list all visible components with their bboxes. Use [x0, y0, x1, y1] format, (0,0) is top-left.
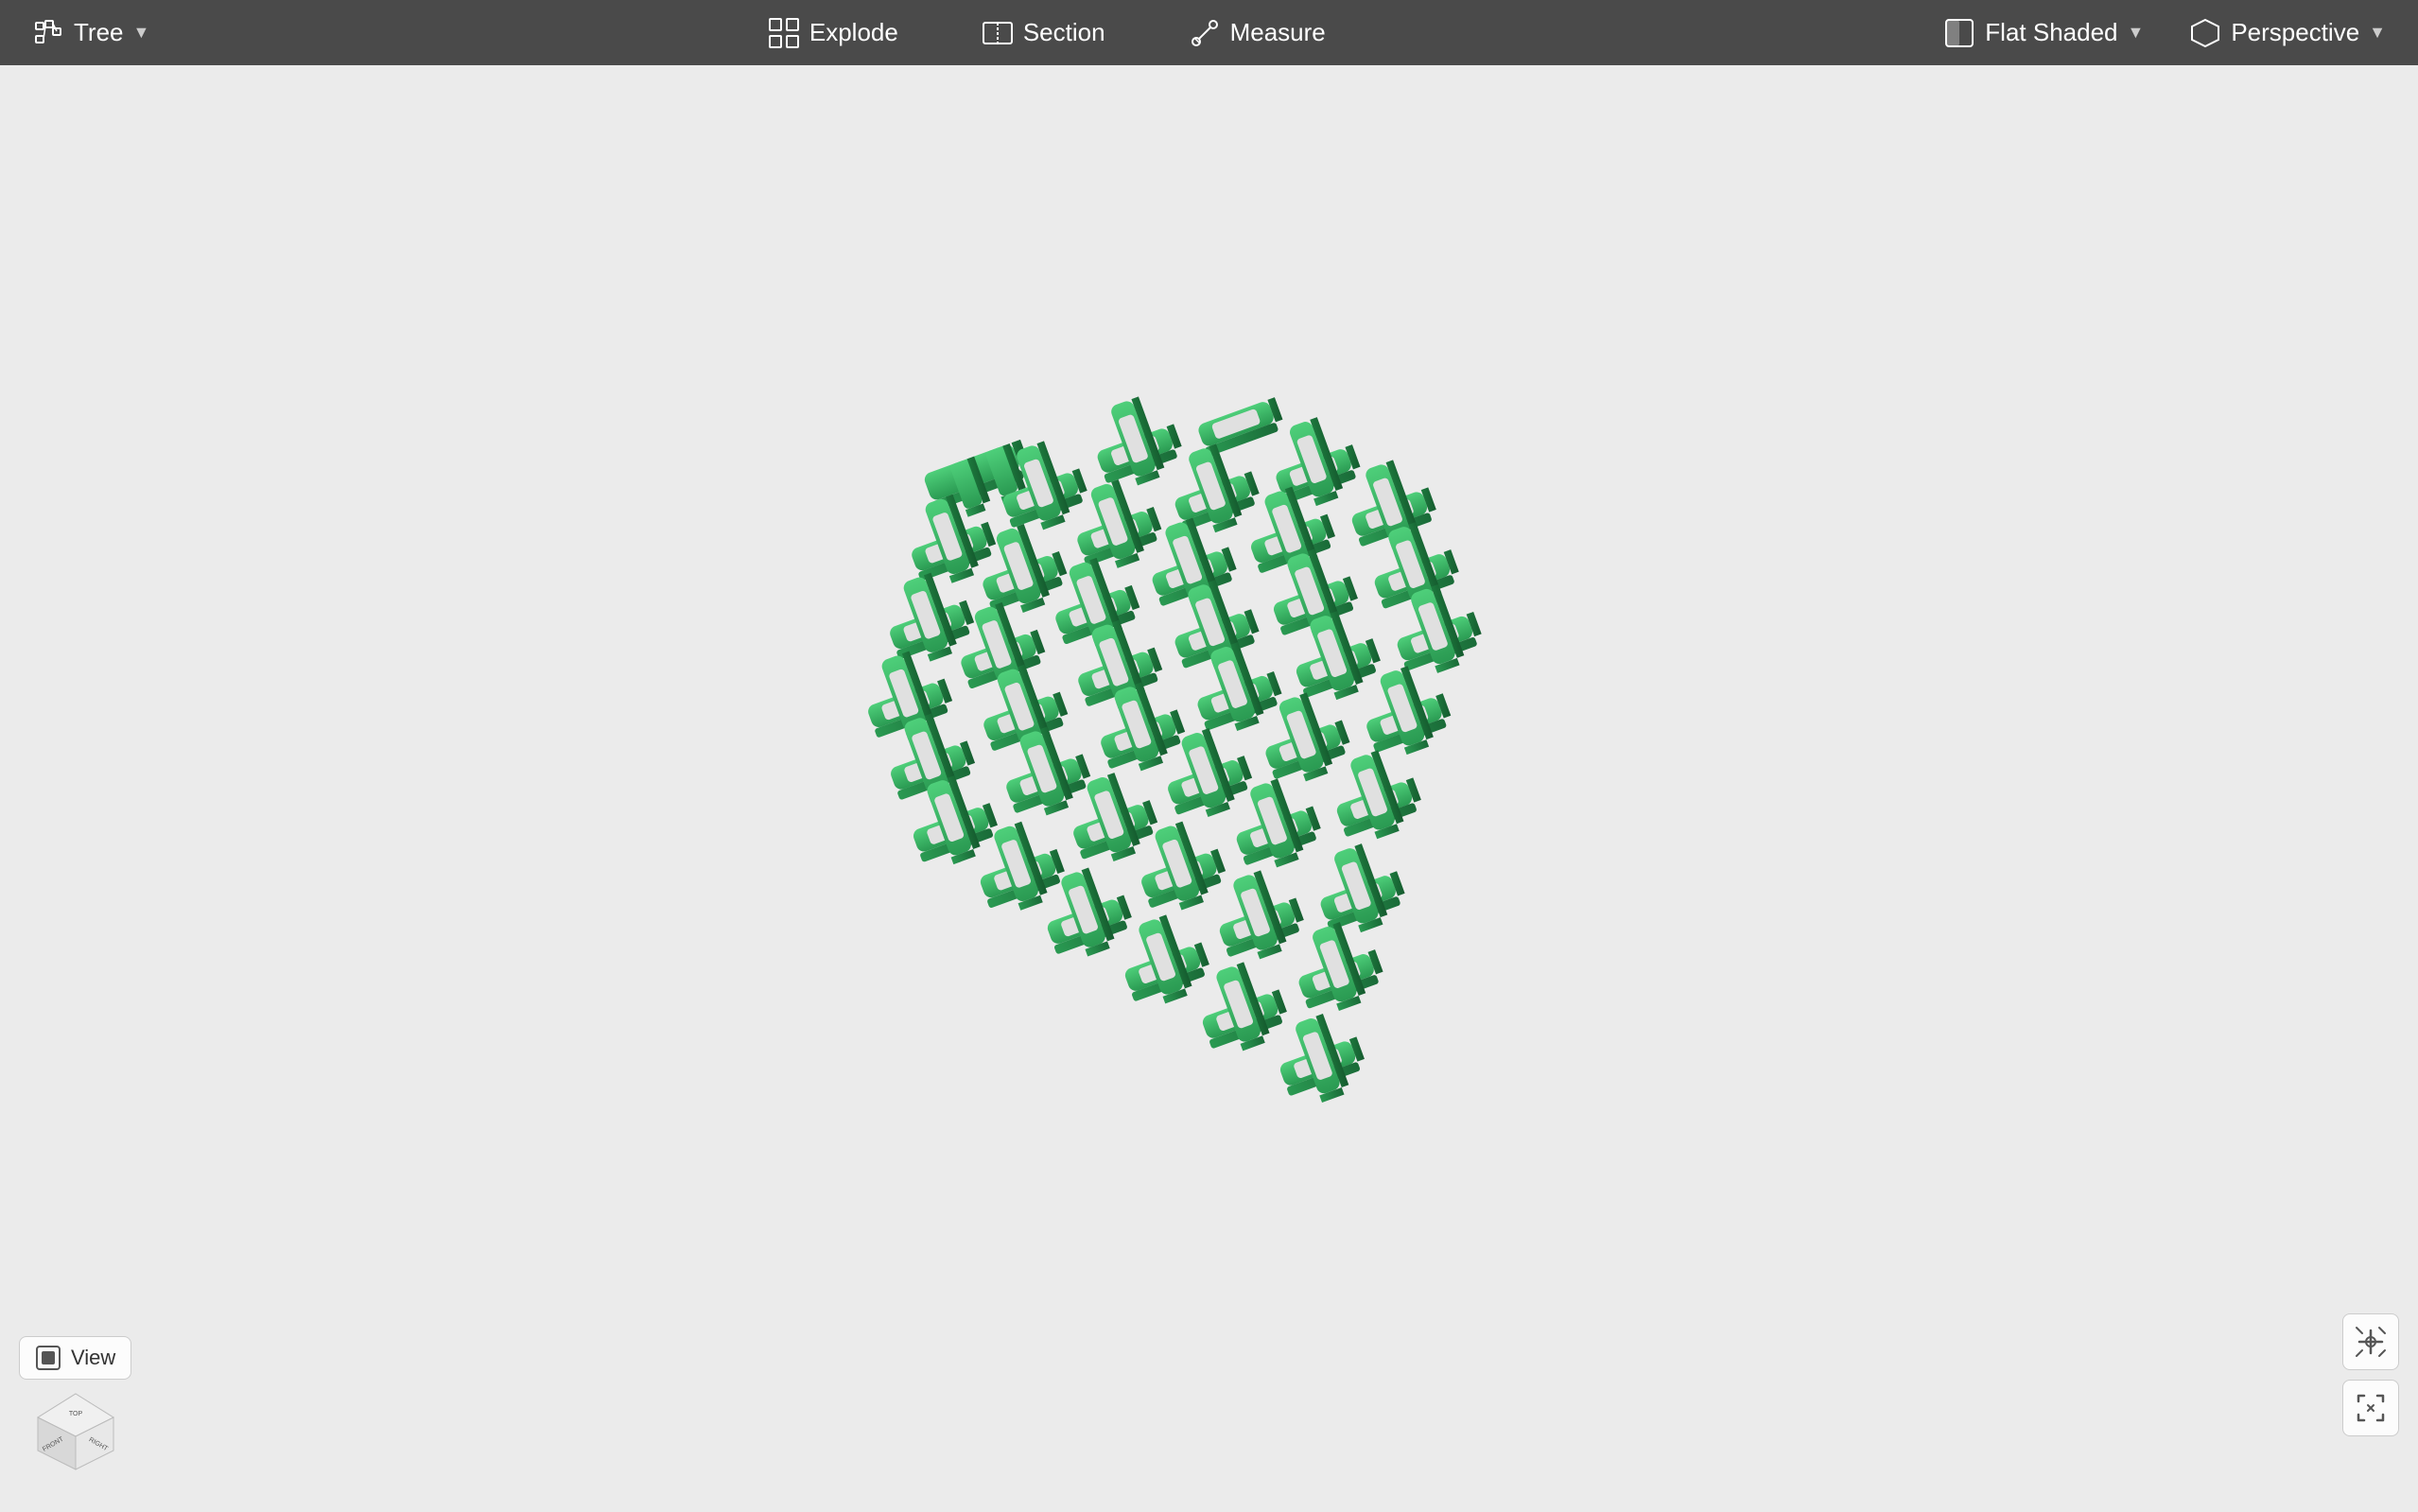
measure-button[interactable]: Measure [1175, 9, 1339, 57]
section-button[interactable]: Section [968, 9, 1119, 57]
explode-icon [768, 17, 800, 49]
perspective-dropdown-arrow: ▼ [2369, 23, 2386, 43]
section-icon [982, 17, 1014, 49]
svg-text:TOP: TOP [69, 1411, 83, 1417]
toolbar: Tree ▼ Explode Sectio [0, 0, 2418, 65]
explode-button[interactable]: Explode [755, 9, 912, 57]
fit-tool-button[interactable] [2342, 1380, 2399, 1436]
view-button[interactable]: View [19, 1336, 131, 1380]
explode-label: Explode [809, 18, 898, 47]
view-cube-container: View TOP FRONT RIGHT [19, 1336, 131, 1474]
right-tools [2342, 1313, 2399, 1436]
tree-button[interactable]: Tree ▼ [19, 9, 163, 57]
3d-model [784, 339, 1635, 1238]
perspective-icon [2189, 17, 2221, 49]
perspective-label: Perspective [2231, 18, 2359, 47]
flat-shaded-label: Flat Shaded [1985, 18, 2117, 47]
section-label: Section [1023, 18, 1105, 47]
tree-label: Tree [74, 18, 124, 47]
tree-icon [32, 17, 64, 49]
tree-dropdown-arrow: ▼ [133, 23, 150, 43]
measure-icon [1189, 17, 1221, 49]
measure-label: Measure [1230, 18, 1326, 47]
viewport[interactable]: View TOP FRONT RIGHT [0, 65, 2418, 1512]
view-cube[interactable]: TOP FRONT RIGHT [33, 1389, 118, 1474]
snap-tool-button[interactable] [2342, 1313, 2399, 1370]
flat-shaded-dropdown-arrow: ▼ [2128, 23, 2145, 43]
flat-shaded-icon [1943, 17, 1975, 49]
perspective-button[interactable]: Perspective ▼ [2176, 9, 2399, 57]
view-icon [35, 1345, 61, 1371]
flat-shaded-button[interactable]: Flat Shaded ▼ [1930, 9, 2157, 57]
view-btn-label: View [71, 1346, 115, 1370]
